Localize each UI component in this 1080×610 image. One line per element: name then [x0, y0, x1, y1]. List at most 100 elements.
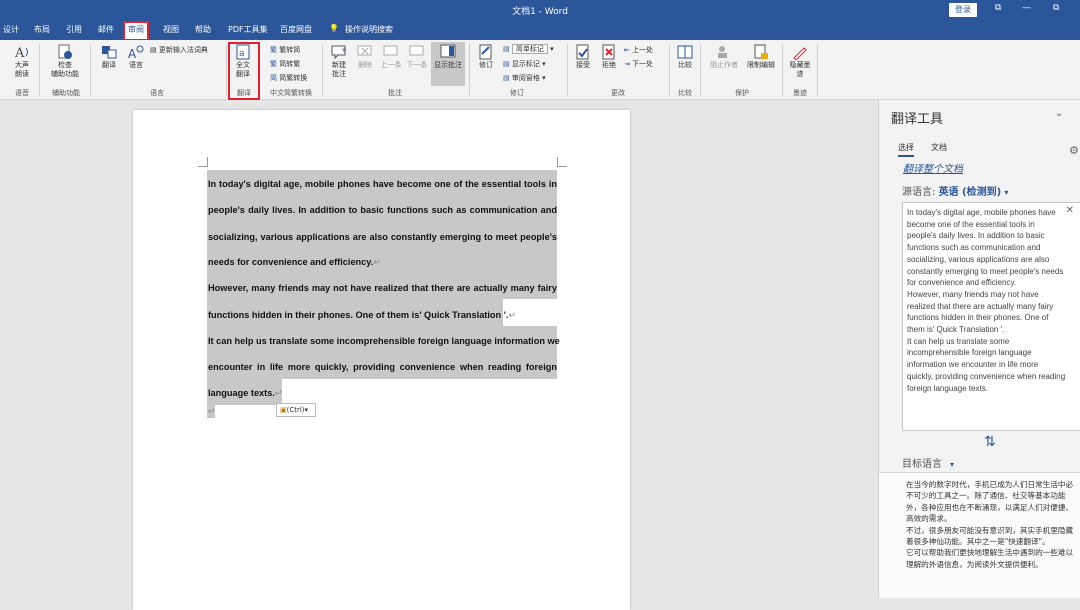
source-language-label: 源语言: 英语 (检测到) ▾: [902, 187, 1009, 198]
pane-title: 翻译工具: [891, 112, 944, 127]
chevron-down-icon: ▾: [542, 60, 546, 68]
ribbon-display-icon[interactable]: ⧉: [995, 3, 1001, 13]
group-translate: 翻译: [237, 89, 251, 97]
language-button[interactable]: A 语言: [124, 44, 148, 70]
check-accessibility-button[interactable]: 检查 辅助功能: [44, 44, 86, 79]
close-icon[interactable]: ✕: [1066, 205, 1074, 217]
login-button[interactable]: 登录: [949, 3, 977, 17]
crop-mark: [557, 157, 567, 167]
crop-mark: [198, 157, 208, 167]
dictionary-icon: ▤: [150, 46, 159, 54]
accept-label: 接受: [576, 61, 590, 69]
doc-line: However, many friends may not have reali…: [208, 283, 557, 293]
block-authors-label: 阻止作者: [710, 61, 738, 69]
translate-icon: [102, 46, 117, 59]
group-accessibility: 辅助功能: [52, 89, 80, 97]
track-changes-button[interactable]: 修订: [474, 44, 498, 70]
doc-line: It can help us translate some incomprehe…: [208, 336, 560, 346]
target-language-label: 目标语言 ▾: [902, 459, 955, 470]
block-authors-button[interactable]: 阻止作者: [707, 44, 741, 70]
convert-icon: 简: [270, 74, 280, 82]
chevron-down-icon: ▾: [550, 45, 554, 53]
previous-comment-icon: [383, 45, 398, 56]
title-bar: 文档1 - Word 登录 ⧉ — ⧉: [0, 0, 1080, 20]
paragraph-mark: ↵: [373, 257, 381, 267]
tell-me-search[interactable]: 操作说明搜索: [345, 24, 393, 35]
group-speech: 语音: [15, 89, 29, 97]
window-title: 文档1 - Word: [512, 7, 568, 17]
delete-comment-label: 删除: [358, 61, 372, 69]
svg-text:A: A: [128, 47, 137, 60]
to-traditional-button[interactable]: 繁 繁转简: [270, 45, 300, 55]
review-pane-icon: ▤: [503, 74, 512, 82]
hide-ink-button[interactable]: 隐藏墨 迹: [787, 44, 813, 79]
lightbulb-icon: 💡: [329, 24, 339, 33]
previous-change-button[interactable]: ⇤ 上一处: [624, 45, 653, 55]
paragraph-mark: ↵: [208, 406, 216, 416]
translate-whole-document-link[interactable]: 翻译整个文档: [903, 160, 963, 175]
chevron-down-icon[interactable]: ▾: [1004, 188, 1008, 197]
compare-icon: [677, 45, 693, 59]
show-markup-button[interactable]: ▤ 显示标记 ▾: [503, 59, 546, 69]
delete-comment-button[interactable]: 删除: [354, 44, 376, 70]
paste-options-button[interactable]: ▣(Ctrl)▾: [276, 403, 316, 417]
track-changes-icon: [479, 44, 492, 60]
track-changes-label: 修订: [479, 61, 493, 69]
tab-design[interactable]: 设计: [3, 24, 19, 35]
accept-icon: [576, 44, 589, 60]
minimize-icon[interactable]: —: [1022, 3, 1031, 13]
gear-icon[interactable]: ⚙: [1069, 144, 1079, 157]
svg-text:A: A: [14, 46, 25, 60]
lock-icon: [754, 44, 768, 59]
tab-baidu-netdisk[interactable]: 百度网盘: [280, 24, 312, 35]
tab-layout[interactable]: 布局: [34, 24, 50, 35]
restrict-editing-label: 限制编辑: [747, 61, 775, 69]
document-page[interactable]: In today's digital age, mobile phones ha…: [133, 110, 630, 610]
doc-line: socializing, various applications are al…: [208, 232, 557, 242]
check-accessibility-label: 检查 辅助功能: [51, 61, 79, 78]
ribbon: A 大声 朗读 检查 辅助功能 翻译 A 语言 ▤ 更新输入法词典 a 全文 翻…: [0, 40, 1080, 100]
next-comment-button[interactable]: 下一条: [405, 44, 429, 70]
restore-icon[interactable]: ⧉: [1053, 3, 1059, 13]
chinese-conversion-button[interactable]: 简 简繁转换: [270, 73, 307, 83]
tab-selection[interactable]: 选择: [898, 142, 914, 157]
new-comment-label: 新建 批注: [332, 61, 346, 78]
tab-pdf-tools[interactable]: PDF工具集: [228, 24, 268, 35]
ribbon-tabs: 设计 布局 引用 邮件 审阅 视图 帮助 PDF工具集 百度网盘 💡 操作说明搜…: [0, 20, 1080, 41]
read-aloud-button[interactable]: A 大声 朗读: [8, 44, 36, 79]
swap-languages-icon[interactable]: ⇅: [984, 434, 996, 450]
new-comment-button[interactable]: + 新建 批注: [327, 44, 351, 79]
translate-button[interactable]: 翻译: [97, 44, 121, 70]
translate-label: 翻译: [102, 61, 116, 69]
target-text-box[interactable]: 在当今的数字时代，手机已成为人们日常生活中必不可少的工具之一。除了通信、社交等基…: [879, 472, 1080, 598]
chevron-down-icon[interactable]: ▾: [950, 460, 954, 469]
show-comments-button[interactable]: 显示批注: [431, 42, 465, 86]
pane-options-chevron-icon[interactable]: ⌄: [1055, 108, 1063, 119]
reject-button[interactable]: 拒绝: [598, 44, 620, 70]
accessibility-check-icon: [58, 44, 72, 59]
tab-references[interactable]: 引用: [66, 24, 82, 35]
chevron-down-icon: ▾: [542, 74, 546, 82]
tab-help[interactable]: 帮助: [195, 24, 211, 35]
paragraph-mark: ↵: [508, 310, 517, 320]
source-language-select[interactable]: 英语 (检测到): [939, 187, 1002, 198]
to-simplified-button[interactable]: 繁 简转繁: [270, 59, 300, 69]
reject-icon: [602, 44, 615, 60]
update-ime-dictionary-button[interactable]: ▤ 更新输入法词典: [150, 45, 208, 55]
review-pane-button[interactable]: ▤ 审阅窗格 ▾: [503, 73, 546, 83]
read-aloud-icon: A: [14, 46, 28, 60]
restrict-editing-button[interactable]: 限制编辑: [744, 44, 778, 70]
tab-view[interactable]: 视图: [163, 24, 179, 35]
compare-button[interactable]: 比较: [674, 44, 696, 70]
tab-document[interactable]: 文档: [931, 142, 947, 153]
tab-review[interactable]: 审阅: [123, 21, 149, 41]
chevron-down-icon: ▾: [304, 406, 309, 414]
tab-mailings[interactable]: 邮件: [98, 24, 114, 35]
previous-comment-button[interactable]: 上一条: [379, 44, 403, 70]
group-compare: 比较: [678, 89, 692, 97]
accept-button[interactable]: 接受: [572, 44, 594, 70]
convert-icon: 繁: [270, 60, 280, 68]
markup-view-select[interactable]: ▤ 简单标记 ▾: [503, 44, 554, 54]
source-text-box[interactable]: ✕ In today's digital age, mobile phones …: [902, 202, 1080, 431]
next-change-button[interactable]: ⇥ 下一处: [624, 59, 653, 69]
